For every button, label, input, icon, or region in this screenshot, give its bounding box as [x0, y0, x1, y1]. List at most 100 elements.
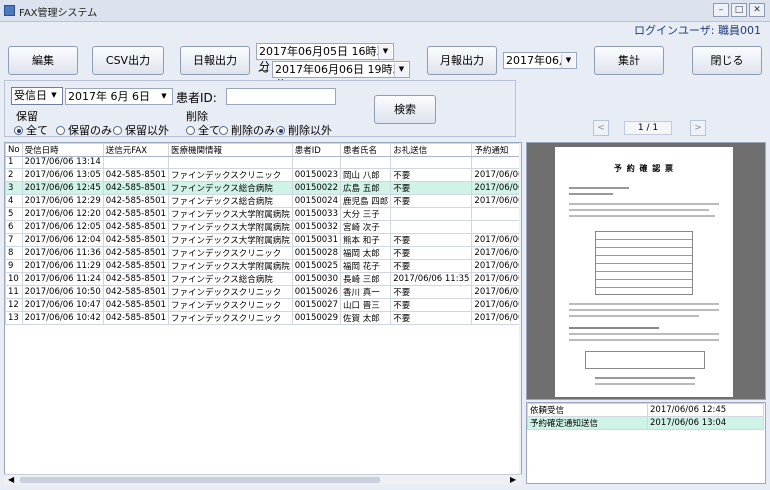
hold-all-radio[interactable]: 全て: [14, 122, 48, 138]
summary-button[interactable]: 集計: [594, 46, 664, 75]
month-picker[interactable]: 2017年06月 ▼: [503, 52, 577, 69]
table-cell: ファインデックスクリニック: [167, 284, 293, 299]
table-cell: [339, 156, 392, 169]
minimize-button[interactable]: –: [713, 3, 729, 17]
table-cell: 042-585-8501: [102, 206, 169, 221]
table-cell: 宮崎 次子: [339, 219, 392, 234]
table-cell: 2017/06/06 11:24: [21, 271, 104, 286]
table-cell: 042-585-8501: [102, 245, 169, 260]
table-row[interactable]: 4 2017/06/06 12:29 042-585-8501 ファインデックス総合病…: [5, 193, 521, 208]
table-row[interactable]: 13 2017/06/06 10:42 042-585-8501 ファインデックスクリ…: [5, 310, 521, 325]
daily-report-button[interactable]: 日報出力: [180, 46, 250, 75]
info-row: 依頼受信 2017/06/06 12:45: [527, 403, 764, 417]
table-cell: 042-585-8501: [102, 232, 169, 247]
table-cell: 2017/06/06 12:29: [21, 193, 104, 208]
page-indicator: 1 / 1: [624, 121, 672, 135]
empty-row: [6, 370, 522, 382]
patient-id-input[interactable]: [226, 88, 336, 105]
date-picker[interactable]: 2017年 6月 6日 ▼: [65, 88, 173, 105]
table-row[interactable]: 9 2017/06/06 11:29 042-585-8501 ファインデックス大学附…: [5, 258, 521, 273]
table-row[interactable]: 5 2017/06/06 12:20 042-585-8501 ファインデックス大学附…: [5, 206, 521, 221]
table-cell: ファインデックスクリニック: [167, 297, 293, 312]
range-from-picker[interactable]: 2017年06月05日 16時30分 ▼: [256, 43, 394, 73]
table-cell: 042-585-8501: [102, 258, 169, 273]
hold-except-radio[interactable]: 保留以外: [113, 122, 169, 138]
table-cell: ファインデックス大学附属病院: [167, 219, 293, 234]
table-cell: 11: [5, 284, 23, 299]
table-cell: 042-585-8501: [102, 167, 169, 182]
table-row[interactable]: 7 2017/06/06 12:04 042-585-8501 ファインデックス大学附…: [5, 232, 521, 247]
close-button[interactable]: 閉じる: [692, 46, 762, 75]
table-cell: 2017/06/06 12:00: [471, 271, 521, 286]
edit-button[interactable]: 編集: [8, 46, 78, 75]
delete-except-radio[interactable]: 削除以外: [276, 122, 332, 138]
table-cell: 2017/06/06 12:04: [21, 232, 104, 247]
next-page-button[interactable]: >: [690, 120, 706, 136]
table-row[interactable]: 12 2017/06/06 10:47 042-585-8501 ファインデックスクリ…: [5, 297, 521, 312]
calendar-dropdown-icon[interactable]: ▼: [378, 45, 392, 59]
csv-export-button[interactable]: CSV出力: [92, 46, 164, 75]
monthly-report-button[interactable]: 月報出力: [427, 46, 497, 75]
column-header[interactable]: 患者氏名: [339, 143, 392, 157]
table-cell: [390, 156, 473, 169]
fax-preview-panel[interactable]: 予 約 確 認 票: [526, 142, 766, 400]
table-cell: 042-585-8501: [102, 180, 169, 195]
table-row[interactable]: 6 2017/06/06 12:05 042-585-8501 ファインデックス大学附…: [5, 219, 521, 234]
table-cell: [390, 206, 473, 221]
empty-row: [6, 405, 522, 417]
column-header[interactable]: 送信元FAX: [102, 143, 169, 157]
search-button[interactable]: 検索: [374, 95, 436, 124]
close-window-button[interactable]: ✕: [749, 3, 765, 17]
radio-unchecked-icon: [113, 126, 122, 135]
column-header[interactable]: 受信日時: [21, 143, 104, 157]
table-cell: 不要: [390, 193, 473, 208]
table-cell: [291, 156, 342, 169]
table-cell: 2: [5, 167, 23, 182]
scroll-right-icon[interactable]: ▶: [510, 475, 516, 484]
table-row[interactable]: 1 2017/06/06 13:14: [5, 156, 521, 169]
calendar-dropdown-icon[interactable]: ▼: [394, 63, 408, 77]
column-header[interactable]: 医療機関情報: [167, 143, 293, 157]
fax-list-grid[interactable]: No受信日時送信元FAX医療機関情報患者ID患者氏名お礼送信予約通知直近予約日 …: [4, 142, 522, 484]
delete-only-radio[interactable]: 削除のみ: [219, 122, 275, 138]
table-cell: 不要: [390, 310, 473, 325]
calendar-dropdown-icon[interactable]: ▼: [561, 54, 575, 68]
table-cell: 2017/06/06 12:15: [471, 258, 521, 273]
column-header[interactable]: 予約通知: [471, 143, 521, 157]
table-cell: 長崎 三郎: [339, 271, 392, 286]
range-to-picker[interactable]: 2017年06月06日 19時30分▼: [272, 61, 410, 91]
table-cell: 042-585-8501: [102, 219, 169, 234]
horizontal-scrollbar[interactable]: ◀ ▶: [4, 474, 522, 485]
calendar-dropdown-icon[interactable]: ▼: [157, 90, 171, 104]
delete-all-radio[interactable]: 全て: [186, 122, 220, 138]
table-cell: 2017/06/06 11:09: [471, 297, 521, 312]
table-cell: ファインデックスクリニック: [167, 245, 293, 260]
table-cell: 不要: [390, 258, 473, 273]
empty-row: [6, 336, 522, 348]
table-row[interactable]: 10 2017/06/06 11:24 042-585-8501 ファインデックス総合…: [5, 271, 521, 286]
table-cell: 00150027: [291, 297, 342, 312]
table-cell: 2017/06/06 13:05: [21, 167, 104, 182]
date-type-select[interactable]: 受信日 ▼: [11, 87, 63, 105]
column-header[interactable]: お礼送信: [390, 143, 473, 157]
table-row[interactable]: 3 2017/06/06 12:45 042-585-8501 ファインデックス総合病…: [5, 180, 521, 195]
info-value: 2017/06/06 13:04: [647, 416, 764, 430]
scrollbar-thumb[interactable]: [20, 477, 380, 483]
table-row[interactable]: 2 2017/06/06 13:05 042-585-8501 ファインデックスクリニ…: [5, 167, 521, 182]
hold-only-radio[interactable]: 保留のみ: [56, 122, 112, 138]
range-separator: ～: [258, 65, 269, 78]
table-cell: 広島 五郎: [339, 180, 392, 195]
radio-unchecked-icon: [186, 126, 195, 135]
column-header[interactable]: No: [5, 143, 23, 157]
table-cell: 00150022: [291, 180, 342, 195]
prev-page-button[interactable]: <: [593, 120, 609, 136]
column-header[interactable]: 患者ID: [291, 143, 342, 157]
scroll-left-icon[interactable]: ◀: [8, 475, 14, 484]
table-row[interactable]: 11 2017/06/06 10:50 042-585-8501 ファインデックスクリ…: [5, 284, 521, 299]
maximize-button[interactable]: □: [731, 3, 747, 17]
empty-row: [6, 347, 522, 359]
table-cell: 00150031: [291, 232, 342, 247]
table-row[interactable]: 8 2017/06/06 11:36 042-585-8501 ファインデックスクリニ…: [5, 245, 521, 260]
table-cell: 00150030: [291, 271, 342, 286]
table-cell: [471, 219, 521, 234]
